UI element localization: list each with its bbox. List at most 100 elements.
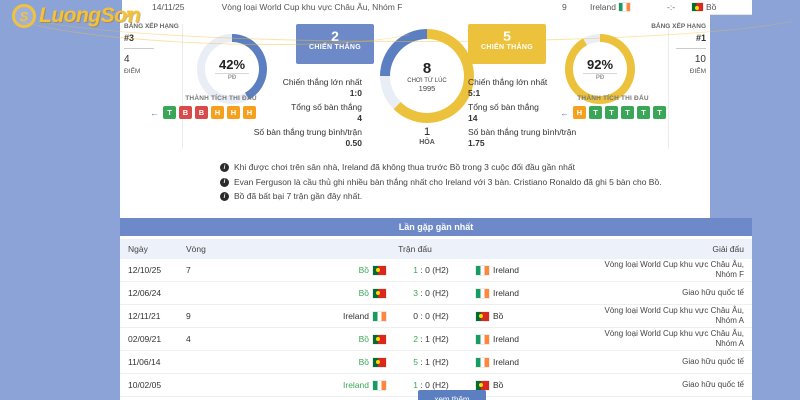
portugal-flag-icon [692, 3, 703, 11]
away-team-cell: Bồ [476, 380, 594, 390]
competition-name: Giao hữu quốc tế [594, 288, 752, 298]
h2h-stats-page: 14/11/25 Vòng loại World Cup khu vực Châ… [0, 0, 800, 400]
home-team-cell: Ireland [236, 311, 386, 321]
show-more-button[interactable]: xem thêm [418, 390, 486, 400]
halftime-note: (H2) [430, 334, 449, 344]
competition-name: Giao hữu quốc tế [594, 380, 752, 390]
team-name: Bồ [359, 288, 369, 298]
away-team-cell: Ireland [476, 288, 594, 298]
table-row[interactable]: 02/09/214Bồ2 : 1 (H2)IrelandVòng loại Wo… [120, 328, 752, 351]
home-rank-block: BẢNG XẾP HẠNG #3 4 ĐIỂM [124, 22, 180, 77]
away-wins-count: 5 [468, 29, 546, 44]
home-team-cell: Bồ [236, 288, 386, 298]
portugal-flag-icon [476, 312, 489, 321]
wins-label: CHIẾN THẮNG [296, 44, 374, 51]
form-result-box: T [653, 106, 666, 119]
portugal-flag-icon [476, 381, 489, 390]
column-header-competition: Giải đấu [594, 244, 752, 254]
home-wins-badge: 2 CHIẾN THẮNG [296, 24, 374, 64]
note-text: Evan Ferguson là cầu thủ ghi nhiều bàn t… [234, 177, 662, 187]
rank-points-label: ĐIỂM [648, 67, 706, 77]
ireland-flag-icon [619, 3, 630, 11]
donut-inner: 8 CHƠI TỪ LÚC 1995 [390, 39, 464, 113]
wins-label: CHIẾN THẮNG [468, 44, 546, 51]
table-body: 12/10/257Bồ1 : 0 (H2)IrelandVòng loại Wo… [120, 259, 752, 397]
column-header-round: Vòng [186, 244, 236, 254]
rank-position: #1 [648, 32, 706, 46]
team-name: Bồ [359, 334, 369, 344]
match-score: 2 : 1 (H2) [386, 334, 476, 344]
info-icon: i [220, 192, 229, 201]
gauge-inner: 92% PĐ [573, 42, 627, 96]
away-team-cell: Bồ [476, 311, 594, 321]
rank-points: 10 [648, 52, 706, 67]
stat-label: Chiến thắng lớn nhất [232, 77, 362, 88]
home-team-name: Ireland [590, 2, 616, 12]
team-name: Bồ [359, 357, 369, 367]
table-title: Lần gặp gần nhất [120, 218, 752, 236]
team-name: Bồ [493, 380, 503, 390]
form-result-box: T [605, 106, 618, 119]
info-icon: i [220, 178, 229, 187]
form-result-box: T [163, 106, 176, 119]
form-result-box: H [573, 106, 586, 119]
games-played: 8 [423, 60, 431, 77]
ireland-flag-icon [373, 312, 386, 321]
table-row[interactable]: 12/06/24Bồ3 : 0 (H2)IrelandGiao hữu quốc… [120, 282, 752, 305]
halftime-note: (H2) [430, 357, 449, 367]
team-name: Ireland [493, 265, 519, 275]
h2h-stats-panel: BẢNG XẾP HẠNG #3 4 ĐIỂM 42% PĐ THÀNH TÍC… [120, 14, 710, 218]
team-name: Ireland [493, 288, 519, 298]
form-result-box: T [589, 106, 602, 119]
home-team-cell: Ireland [236, 380, 386, 390]
home-wins-count: 2 [296, 29, 374, 44]
h2h-notes: iKhi được chơi trên sân nhà, Ireland đã … [220, 162, 680, 206]
form-direction-arrow: ← [560, 108, 569, 118]
away-form-percent: 92% [583, 57, 617, 74]
round-number: 7 [186, 265, 236, 275]
rank-points-label: ĐIỂM [124, 67, 180, 77]
table-row[interactable]: 12/10/257Bồ1 : 0 (H2)IrelandVòng loại Wo… [120, 259, 752, 282]
team-name: Bồ [359, 265, 369, 275]
home-stats-list: Chiến thắng lớn nhất1:0Tổng số bàn thắng… [232, 74, 362, 149]
rank-label: BẢNG XẾP HẠNG [124, 22, 180, 32]
form-result-box: T [637, 106, 650, 119]
table-row[interactable]: 12/11/219Ireland0 : 0 (H2)BồVòng loại Wo… [120, 305, 752, 328]
table-row[interactable]: 11/06/14Bồ5 : 1 (H2)IrelandGiao hữu quốc… [120, 351, 752, 374]
match-score: 1 : 0 (H2) [386, 380, 476, 390]
match-date: 12/10/25 [120, 265, 186, 275]
team-name: Bồ [493, 311, 503, 321]
info-icon: i [220, 163, 229, 172]
round-number: 4 [186, 334, 236, 344]
draws-block: 1 HÒA [380, 126, 474, 146]
match-date: 12/06/24 [120, 288, 186, 298]
away-team-name: Bồ [706, 2, 716, 12]
column-header-match: Trận đấu [236, 244, 594, 254]
portugal-flag-icon [373, 266, 386, 275]
away-team-cell: Ireland [476, 334, 594, 344]
stat-value: 1:0 [232, 88, 362, 99]
form-direction-arrow: ← [150, 108, 159, 118]
match-date: 10/02/05 [120, 380, 186, 390]
rank-position: #3 [124, 32, 180, 46]
portugal-flag-icon [373, 289, 386, 298]
match-date: 14/11/25 [152, 2, 184, 12]
match-date: 02/09/21 [120, 334, 186, 344]
form-result-box: T [621, 106, 634, 119]
home-team-cell: Bồ [236, 334, 386, 344]
match-score: 1 : 0 (H2) [386, 265, 476, 275]
away-form-boxes: ←HTTTTT [560, 106, 666, 119]
away-form-gauge: 92% PĐ [565, 34, 635, 104]
away-wins-badge: 5 CHIẾN THẮNG [468, 24, 546, 64]
h2h-note: iBồ đã bất bại 7 trận gần đây nhất. [220, 191, 680, 201]
away-rank-block: BẢNG XẾP HẠNG #1 10 ĐIỂM [648, 22, 706, 77]
divider [676, 48, 706, 49]
stat-value: 0.50 [232, 138, 362, 149]
match-date: 11/06/14 [120, 357, 186, 367]
h2h-note: i Evan Ferguson là cầu thủ ghi nhiều bàn … [220, 177, 680, 187]
form-result-box: B [179, 106, 192, 119]
away-record-label: THÀNH TÍCH THI ĐẤU [553, 95, 673, 102]
h2h-note: iKhi được chơi trên sân nhà, Ireland đã … [220, 162, 680, 172]
table-header-row: Ngày Vòng Trận đấu Giải đấu [120, 239, 752, 259]
halftime-note: (H2) [430, 288, 449, 298]
